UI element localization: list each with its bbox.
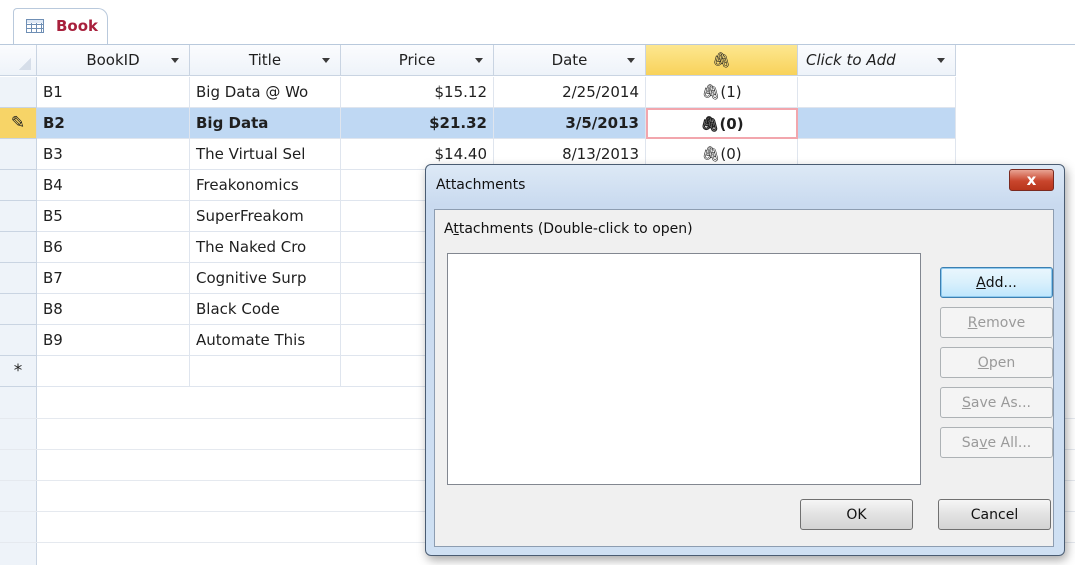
select-all-corner[interactable] bbox=[0, 45, 37, 76]
attachment-count: (0) bbox=[719, 114, 744, 133]
column-header-row: BookID Title Price Date 🖇 Click to Add bbox=[0, 45, 1075, 77]
column-label: Title bbox=[248, 51, 282, 69]
column-header-bookid[interactable]: BookID bbox=[37, 45, 190, 76]
column-header-date[interactable]: Date bbox=[494, 45, 646, 76]
save-all-button[interactable]: Sa v e All... bbox=[940, 427, 1053, 458]
cell-title[interactable]: Cognitive Surp bbox=[190, 263, 341, 294]
cell-empty[interactable] bbox=[190, 356, 341, 387]
table-row[interactable]: B1 Big Data @ Wo $15.12 2/25/2014 🖇 (1) bbox=[0, 77, 1075, 108]
cell-date[interactable]: 3/5/2013 bbox=[494, 108, 646, 139]
cell-bookid[interactable]: B5 bbox=[37, 201, 190, 232]
save-as-button[interactable]: Save As... bbox=[940, 387, 1053, 418]
paperclip-icon: 🖇 bbox=[701, 83, 721, 101]
new-record-marker[interactable]: * bbox=[0, 356, 37, 387]
cell-title[interactable]: The Virtual Sel bbox=[190, 139, 341, 170]
row-selector[interactable] bbox=[0, 139, 37, 170]
cell-title[interactable]: The Naked Cro bbox=[190, 232, 341, 263]
dropdown-arrow-icon[interactable] bbox=[937, 58, 945, 63]
cell-title[interactable]: Freakonomics bbox=[190, 170, 341, 201]
cell-attachments[interactable]: 🖇 (1) bbox=[646, 77, 798, 108]
cell-price[interactable]: $15.12 bbox=[341, 77, 494, 108]
cell-bookid[interactable]: B7 bbox=[37, 263, 190, 294]
pencil-icon[interactable]: ✎ bbox=[0, 108, 37, 139]
table-icon bbox=[26, 19, 44, 33]
row-selector[interactable] bbox=[0, 201, 37, 232]
open-button[interactable]: Open bbox=[940, 347, 1053, 378]
remove-button[interactable]: Remove bbox=[940, 307, 1053, 338]
attachments-list-label: Attachments (Double-click to open) bbox=[444, 221, 693, 237]
object-tab-strip: Book bbox=[0, 0, 1075, 45]
column-header-price[interactable]: Price bbox=[341, 45, 494, 76]
cell-title[interactable]: Black Code bbox=[190, 294, 341, 325]
dropdown-arrow-icon[interactable] bbox=[322, 58, 330, 63]
cell-title[interactable]: Automate This bbox=[190, 325, 341, 356]
cell-empty[interactable] bbox=[798, 77, 956, 108]
attachments-listbox[interactable] bbox=[447, 253, 921, 485]
cell-bookid[interactable]: B8 bbox=[37, 294, 190, 325]
table-row-current[interactable]: ✎ B2 Big Data $21.32 3/5/2013 🖇 (0) bbox=[0, 108, 1075, 139]
row-selector[interactable] bbox=[0, 325, 37, 356]
cell-empty[interactable] bbox=[37, 356, 190, 387]
row-selector[interactable] bbox=[0, 232, 37, 263]
row-selector-gutter bbox=[0, 387, 37, 565]
cell-empty[interactable] bbox=[798, 108, 956, 139]
dropdown-arrow-icon[interactable] bbox=[627, 58, 635, 63]
attachments-dialog: Attachments x Attachments (Double-click … bbox=[425, 164, 1065, 556]
paperclip-icon: 🖇 bbox=[711, 51, 732, 69]
column-label: Price bbox=[398, 51, 436, 69]
cell-bookid[interactable]: B2 bbox=[37, 108, 190, 139]
column-label: Click to Add bbox=[806, 51, 896, 69]
row-selector[interactable] bbox=[0, 263, 37, 294]
dialog-title: Attachments bbox=[436, 177, 526, 193]
cell-bookid[interactable]: B4 bbox=[37, 170, 190, 201]
row-selector[interactable] bbox=[0, 77, 37, 108]
cell-date[interactable]: 2/25/2014 bbox=[494, 77, 646, 108]
column-header-title[interactable]: Title bbox=[190, 45, 341, 76]
cell-bookid[interactable]: B1 bbox=[37, 77, 190, 108]
paperclip-icon: 🖇 bbox=[700, 114, 720, 133]
dropdown-arrow-icon[interactable] bbox=[475, 58, 483, 63]
attachment-count: (1) bbox=[720, 83, 742, 101]
column-label: BookID bbox=[86, 51, 140, 69]
cell-bookid[interactable]: B6 bbox=[37, 232, 190, 263]
cell-price[interactable]: $21.32 bbox=[341, 108, 494, 139]
cell-title[interactable]: SuperFreakom bbox=[190, 201, 341, 232]
cell-title[interactable]: Big Data bbox=[190, 108, 341, 139]
cell-bookid[interactable]: B9 bbox=[37, 325, 190, 356]
dropdown-arrow-icon[interactable] bbox=[171, 58, 179, 63]
add-button[interactable]: Add... bbox=[940, 267, 1053, 298]
cancel-button[interactable]: Cancel bbox=[938, 499, 1051, 530]
ok-button[interactable]: OK bbox=[800, 499, 913, 530]
column-label: Date bbox=[551, 51, 588, 69]
column-header-click-to-add[interactable]: Click to Add bbox=[798, 45, 956, 76]
row-selector[interactable] bbox=[0, 170, 37, 201]
close-icon: x bbox=[1026, 171, 1037, 189]
row-selector[interactable] bbox=[0, 294, 37, 325]
cell-title[interactable]: Big Data @ Wo bbox=[190, 77, 341, 108]
tab-book[interactable]: Book bbox=[13, 8, 108, 44]
cell-attachments[interactable]: 🖇 (0) bbox=[646, 108, 798, 139]
close-button[interactable]: x bbox=[1009, 169, 1054, 191]
dialog-body: Attachments (Double-click to open) Add..… bbox=[434, 209, 1054, 547]
tab-label: Book bbox=[56, 17, 99, 35]
paperclip-icon: 🖇 bbox=[701, 145, 721, 163]
attachment-count: (0) bbox=[720, 145, 742, 163]
cell-bookid[interactable]: B3 bbox=[37, 139, 190, 170]
column-header-attachments[interactable]: 🖇 bbox=[646, 45, 798, 76]
